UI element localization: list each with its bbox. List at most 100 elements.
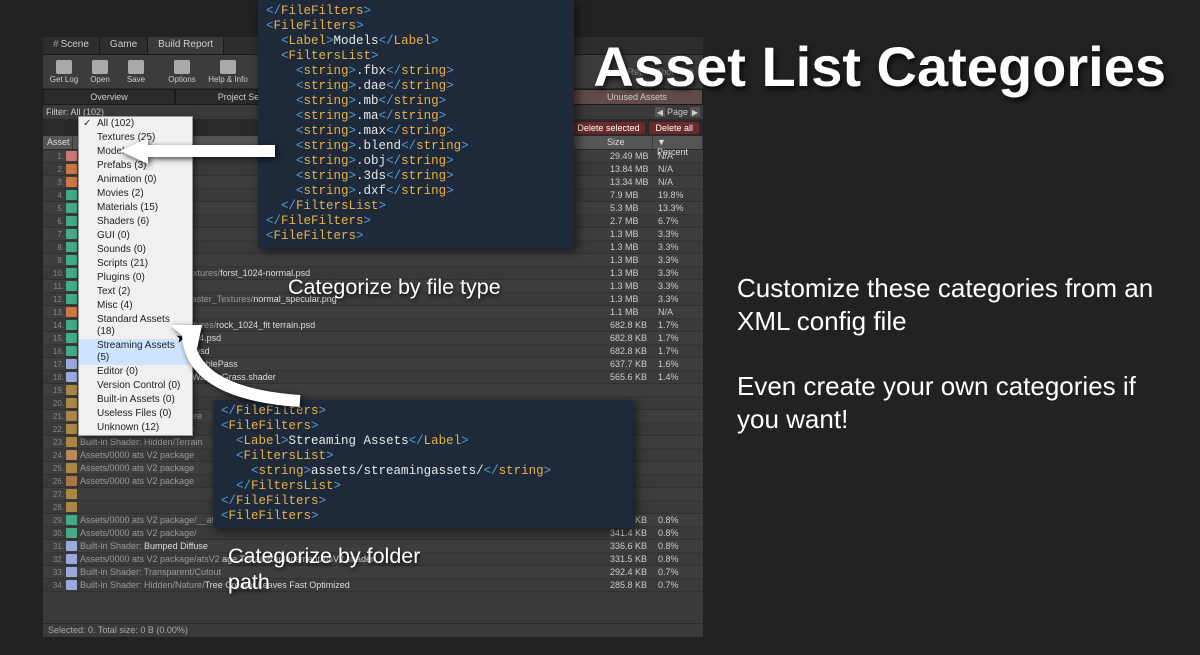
col-size[interactable]: Size <box>603 136 653 149</box>
asset-type-icon <box>66 320 77 330</box>
asset-percent: N/A <box>658 151 700 161</box>
xml-snippet-file-type: </FileFilters> <FileFilters> <Label>Mode… <box>258 0 574 248</box>
asset-percent: 0.8% <box>658 554 700 564</box>
save-button[interactable]: Save <box>119 59 153 84</box>
dropdown-option[interactable]: Movies (2) <box>79 187 192 201</box>
row-number: 17. <box>46 360 64 369</box>
options-button[interactable]: Options <box>165 59 199 84</box>
asset-type-icon <box>66 190 77 200</box>
row-number: 12. <box>46 295 64 304</box>
dropdown-option[interactable]: Sounds (0) <box>79 243 192 257</box>
asset-percent: 3.3% <box>658 242 700 252</box>
row-number: 31. <box>46 542 64 551</box>
dropdown-option[interactable]: Plugins (0) <box>79 271 192 285</box>
asset-size: 637.7 KB <box>610 359 658 369</box>
asset-percent: 13.3% <box>658 203 700 213</box>
asset-type-icon <box>66 203 77 213</box>
dropdown-option[interactable]: Scripts (21) <box>79 257 192 271</box>
dropdown-option[interactable]: Animation (0) <box>79 173 192 187</box>
asset-size: 1.3 MB <box>610 294 658 304</box>
row-number: 7. <box>46 230 64 239</box>
asset-type-icon <box>66 489 77 499</box>
asset-percent: 1.7% <box>658 333 700 343</box>
row-number: 3. <box>46 178 64 187</box>
subtab-overview[interactable]: Overview <box>43 89 175 105</box>
asset-type-icon <box>66 268 77 278</box>
help-button[interactable]: Help & Info <box>201 59 255 84</box>
asset-type-icon <box>66 229 77 239</box>
asset-type-icon <box>66 424 77 434</box>
asset-size: 285.8 KB <box>610 580 658 590</box>
row-number: 24. <box>46 451 64 460</box>
asset-type-icon <box>66 281 77 291</box>
open-button[interactable]: Open <box>83 59 117 84</box>
asset-type-icon <box>66 437 77 447</box>
dropdown-option[interactable]: All (102) <box>79 117 192 131</box>
asset-percent: 0.8% <box>658 541 700 551</box>
delete-all-button[interactable]: Delete all <box>649 122 699 134</box>
row-number: 22. <box>46 425 64 434</box>
asset-type-icon <box>66 398 77 408</box>
page-controls: ◀ Page ▶ <box>655 107 700 117</box>
tab-build-report[interactable]: Build Report <box>148 37 224 54</box>
col-asset[interactable]: Asset <box>43 136 73 149</box>
tab-scene[interactable]: Scene <box>43 37 100 54</box>
row-number: 2. <box>46 165 64 174</box>
page-label: Page <box>667 107 688 117</box>
asset-type-icon <box>66 515 77 525</box>
asset-size: 292.4 KB <box>610 567 658 577</box>
tab-game[interactable]: Game <box>100 37 148 54</box>
page-next-button[interactable]: ▶ <box>690 107 700 117</box>
dropdown-option[interactable]: GUI (0) <box>79 229 192 243</box>
body-text-1: Customize these categories from an XML c… <box>737 272 1167 337</box>
row-number: 30. <box>46 529 64 538</box>
asset-percent: 1.7% <box>658 320 700 330</box>
asset-percent: 1.7% <box>658 346 700 356</box>
row-number: 9. <box>46 256 64 265</box>
asset-percent: 3.3% <box>658 281 700 291</box>
get-log-button[interactable]: Get Log <box>47 59 81 84</box>
table-row[interactable]: 30.Assets/0000 ats V2 package/341.4 KB0.… <box>43 527 703 540</box>
row-number: 10. <box>46 269 64 278</box>
dropdown-option[interactable]: Text (2) <box>79 285 192 299</box>
col-percent[interactable]: ▼ Percent <box>653 136 703 149</box>
row-number: 14. <box>46 321 64 330</box>
asset-percent: 6.7% <box>658 216 700 226</box>
asset-type-icon <box>66 255 77 265</box>
arrow-to-streaming-assets <box>170 325 310 415</box>
dropdown-option[interactable]: Materials (15) <box>79 201 192 215</box>
row-number: 27. <box>46 490 64 499</box>
page-title: Asset List Categories <box>593 36 1166 98</box>
dropdown-option[interactable]: Unknown (12) <box>79 421 192 435</box>
asset-type-icon <box>66 411 77 421</box>
row-number: 23. <box>46 438 64 447</box>
xml-snippet-folder-path: </FileFilters> <FileFilters> <Label>Stre… <box>213 400 633 528</box>
filter-label: Filter: <box>46 107 69 117</box>
row-number: 33. <box>46 568 64 577</box>
asset-type-icon <box>66 554 77 564</box>
asset-size: 2.7 MB <box>610 216 658 226</box>
asset-type-icon <box>66 333 77 343</box>
asset-percent: 19.8% <box>658 190 700 200</box>
asset-percent: 3.3% <box>658 268 700 278</box>
asset-percent: 3.3% <box>658 229 700 239</box>
asset-size: 341.4 KB <box>610 528 658 538</box>
asset-size: 1.3 MB <box>610 242 658 252</box>
page-prev-button[interactable]: ◀ <box>655 107 665 117</box>
asset-type-icon <box>66 580 77 590</box>
asset-type-icon <box>66 177 77 187</box>
asset-type-icon <box>66 541 77 551</box>
row-number: 6. <box>46 217 64 226</box>
row-number: 13. <box>46 308 64 317</box>
row-number: 25. <box>46 464 64 473</box>
row-number: 19. <box>46 386 64 395</box>
delete-selected-button[interactable]: Delete selected <box>571 122 645 134</box>
asset-size: 565.6 KB <box>610 372 658 382</box>
arrow-to-models <box>120 136 280 166</box>
asset-type-icon <box>66 450 77 460</box>
asset-type-icon <box>66 359 77 369</box>
dropdown-option[interactable]: Misc (4) <box>79 299 192 313</box>
dropdown-option[interactable]: Shaders (6) <box>79 215 192 229</box>
asset-size: 682.8 KB <box>610 320 658 330</box>
asset-percent: 3.3% <box>658 255 700 265</box>
